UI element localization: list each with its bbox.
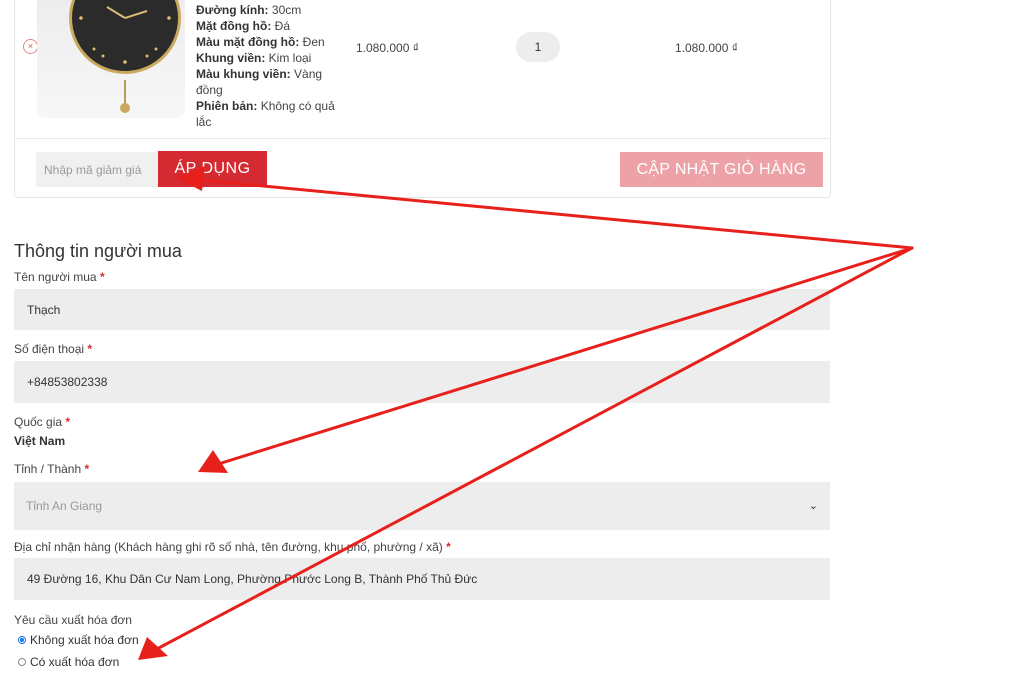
divider <box>15 138 830 139</box>
province-label: Tỉnh / Thành * <box>14 462 90 476</box>
phone-label: Số điện thoại * <box>14 342 93 356</box>
invoice-option-label: Không xuất hóa đơn <box>30 633 139 647</box>
phone-field[interactable] <box>14 361 830 403</box>
product-image[interactable] <box>37 0 185 118</box>
name-label: Tên người mua * <box>14 270 105 284</box>
address-field[interactable] <box>14 558 830 600</box>
attr-row: Phiên bản: Không có quả lắc <box>196 99 335 129</box>
buyer-name-field[interactable] <box>14 289 830 330</box>
province-select[interactable]: Tỉnh An Giang ⌄ <box>14 482 830 530</box>
province-selected-value: Tỉnh An Giang <box>26 499 103 513</box>
invoice-label: Yêu cầu xuất hóa đơn <box>14 613 132 627</box>
cart-table: × Đường kính: 30cm Mặt đồng hồ: Đá Màu m… <box>14 0 831 198</box>
arrow-line <box>213 246 914 467</box>
arrowhead <box>198 450 228 473</box>
invoice-option-yes[interactable]: Có xuất hóa đơn <box>18 655 119 669</box>
apply-coupon-button[interactable]: ÁP DỤNG <box>158 151 267 187</box>
attr-row: Đường kính: 30cm <box>196 3 302 17</box>
country-label: Quốc gia * <box>14 415 71 429</box>
buyer-info-title: Thông tin người mua <box>14 241 182 261</box>
attr-row: Màu mặt đồng hồ: Đen <box>196 35 325 49</box>
attr-row: Khung viền: Kim loại <box>196 51 312 65</box>
line-subtotal: 1.080.000 ₫ <box>675 41 738 55</box>
attr-row: Mặt đồng hồ: Đá <box>196 19 290 33</box>
chevron-down-icon: ⌄ <box>808 500 818 512</box>
address-label: Địa chỉ nhận hàng (Khách hàng ghi rõ số … <box>14 540 451 554</box>
remove-item-icon[interactable]: × <box>23 39 38 54</box>
invoice-option-label: Có xuất hóa đơn <box>30 655 120 669</box>
attr-row: Màu khung viền: Vàng đồng <box>196 67 323 97</box>
arrowhead <box>138 637 168 660</box>
radio-unchecked-icon[interactable] <box>18 658 26 666</box>
unit-price: 1.080.000 ₫ <box>356 41 419 55</box>
country-value: Việt Nam <box>14 434 66 448</box>
radio-checked-icon[interactable] <box>18 636 26 644</box>
update-cart-button[interactable]: CẬP NHẬT GIỎ HÀNG <box>620 152 823 187</box>
quantity-input[interactable]: 1 <box>516 32 560 62</box>
invoice-option-no[interactable]: Không xuất hóa đơn <box>18 633 139 647</box>
coupon-input[interactable] <box>36 152 158 187</box>
product-attributes: Đường kính: 30cm Mặt đồng hồ: Đá Màu mặt… <box>196 2 341 130</box>
